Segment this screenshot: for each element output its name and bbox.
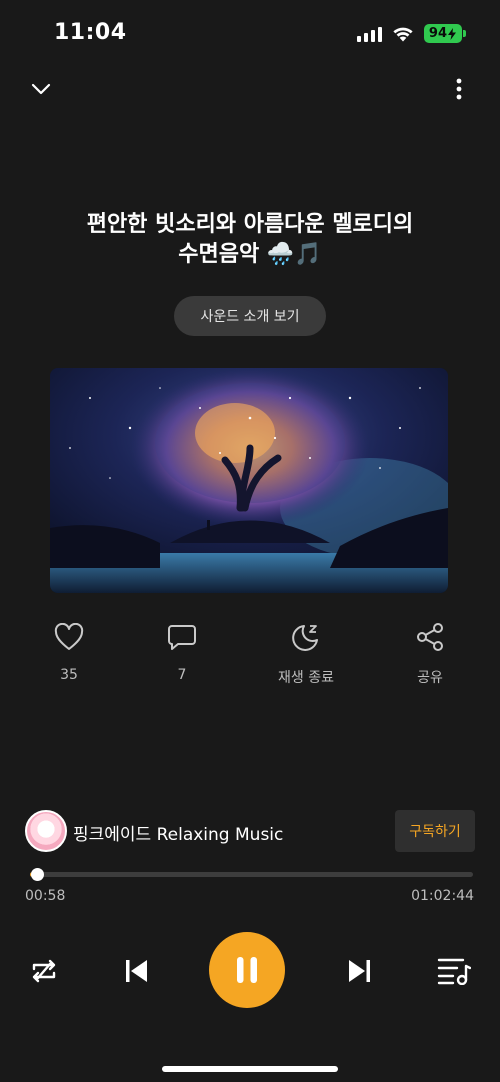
pause-button[interactable] [209, 932, 285, 1008]
artwork-image [50, 368, 448, 593]
track-title: 편안한 빗소리와 아름다운 멜로디의 수면음악 🌧️🎵 [40, 210, 460, 270]
battery-level: 94 [428, 26, 447, 41]
like-button[interactable]: 35 [29, 620, 109, 683]
track-artwork [50, 368, 448, 593]
comment-button[interactable]: 7 [142, 620, 222, 683]
sound-intro-button[interactable]: 사운드 소개 보기 [174, 296, 326, 336]
share-label: 공유 [417, 670, 443, 686]
cellular-signal-icon [356, 26, 382, 42]
progress-thumb[interactable] [30, 868, 44, 881]
charging-bolt-icon [448, 27, 456, 40]
wifi-icon [393, 27, 413, 41]
share-icon [417, 623, 443, 651]
comment-count: 7 [177, 667, 187, 683]
playback-controls [0, 932, 500, 1008]
repeat-icon [32, 959, 56, 983]
channel-name[interactable]: 핑크에이드 Relaxing Music [73, 820, 283, 845]
channel-avatar[interactable] [25, 810, 67, 852]
track-title-line2: 수면음악 🌧️🎵 [178, 242, 322, 267]
sleep-timer-label: 재생 종료 [278, 670, 334, 686]
status-icons: 94 [356, 24, 466, 43]
battery-cap [463, 30, 466, 37]
more-options-button[interactable] [442, 74, 476, 104]
current-time: 00:58 [25, 888, 66, 904]
previous-button[interactable] [118, 954, 154, 988]
channel-row: 핑크에이드 Relaxing Music 구독하기 [25, 810, 475, 852]
like-count: 35 [60, 667, 78, 683]
total-time: 01:02:44 [411, 888, 474, 904]
comment-icon [168, 625, 196, 650]
sleep-timer-button[interactable]: 재생 종료 [266, 620, 346, 687]
status-bar: 11:04 94 [0, 0, 500, 62]
next-button[interactable] [342, 954, 378, 988]
skip-previous-icon [126, 960, 147, 982]
progress-track [30, 872, 473, 877]
heart-icon [54, 623, 84, 650]
more-vertical-icon [456, 78, 462, 100]
action-row: 35 7 재생 종료 공유 [0, 620, 500, 690]
subscribe-button[interactable]: 구독하기 [395, 810, 475, 852]
moon-sleep-icon [292, 625, 318, 651]
playlist-button[interactable] [434, 954, 474, 988]
repeat-button[interactable] [24, 954, 64, 988]
track-title-line1: 편안한 빗소리와 아름다운 멜로디의 [86, 212, 414, 237]
home-indicator[interactable] [162, 1066, 338, 1072]
collapse-button[interactable] [24, 74, 58, 104]
playlist-icon [437, 958, 471, 985]
share-button[interactable]: 공유 [390, 620, 470, 687]
pause-icon [237, 957, 257, 983]
skip-next-icon [349, 960, 370, 982]
battery-indicator: 94 [423, 24, 462, 43]
chevron-down-icon [31, 83, 51, 95]
progress-bar[interactable] [30, 868, 473, 881]
status-time: 11:04 [54, 20, 127, 45]
